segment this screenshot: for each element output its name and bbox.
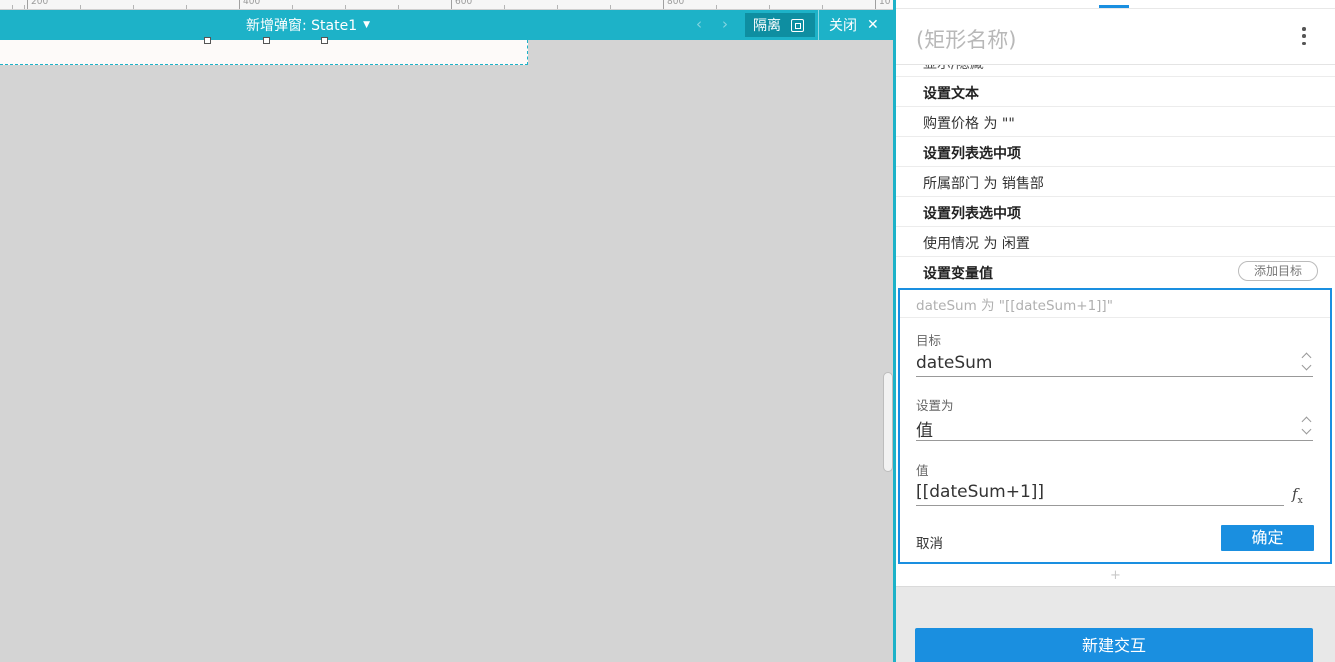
action-row[interactable]: 使用情况 为 闲置	[896, 227, 1335, 257]
fx-icon[interactable]: fx	[1292, 485, 1303, 506]
ruler-label-600: 600	[455, 0, 473, 7]
target-underline	[916, 376, 1313, 377]
more-vertical-icon[interactable]	[1296, 27, 1312, 45]
resize-handle[interactable]	[204, 37, 211, 44]
action-header-text: 设置列表选中项	[923, 206, 1021, 222]
topbar-divider	[818, 10, 819, 40]
set-variable-editor: dateSum 为 "[[dateSum+1]]" 目标 dateSum 设置为…	[898, 288, 1332, 564]
action-header-text: 设置变量值	[923, 266, 993, 282]
new-interaction-button[interactable]: 新建交互	[915, 628, 1313, 662]
summary-separator	[900, 317, 1330, 318]
setas-underline	[916, 440, 1313, 441]
panel-footer: 新建交互	[896, 586, 1335, 662]
state-title: 新增弹窗: State1	[246, 18, 358, 34]
confirm-button[interactable]: 确定	[1221, 525, 1314, 551]
close-label: 关闭	[829, 18, 857, 34]
value-label: 值	[916, 463, 929, 478]
ruler-label-1000: 10	[879, 0, 891, 7]
add-action-button[interactable]: +	[896, 566, 1335, 586]
value-underline	[916, 505, 1284, 506]
action-row[interactable]: 购置价格 为 ""	[896, 107, 1335, 137]
dropdown-caret-icon: ▼	[363, 20, 371, 30]
horizontal-ruler: 200 400 600 800 10	[0, 0, 893, 10]
stepper-icon[interactable]	[1302, 352, 1312, 372]
resize-handle[interactable]	[321, 37, 328, 44]
vertical-scrollbar[interactable]	[883, 372, 893, 472]
resize-handle[interactable]	[263, 37, 270, 44]
widget-name-field[interactable]: (矩形名称)	[916, 24, 1016, 54]
ruler-label-200: 200	[31, 0, 49, 7]
ruler-label-400: 400	[243, 0, 261, 7]
setas-select[interactable]: 值	[916, 416, 933, 441]
target-select[interactable]: dateSum	[916, 353, 992, 373]
action-row-text: 显示/隐藏	[923, 65, 984, 73]
close-button[interactable]: 关闭 ✕	[829, 15, 879, 35]
action-header[interactable]: 设置列表选中项	[896, 137, 1335, 167]
target-label: 目标	[916, 333, 942, 348]
state-selector[interactable]: 新增弹窗: State1 ▼	[246, 15, 370, 35]
action-header[interactable]: 设置文本	[896, 77, 1335, 107]
action-header[interactable]: 设置变量值 添加目标	[896, 257, 1335, 287]
action-summary: dateSum 为 "[[dateSum+1]]"	[916, 298, 1113, 314]
chevron-left-icon[interactable]: ‹	[696, 15, 702, 33]
action-row[interactable]: 所属部门 为 销售部	[896, 167, 1335, 197]
action-row-text: 使用情况 为 闲置	[923, 236, 1030, 252]
state-editing-bar: 新增弹窗: State1 ▼ ‹ › 隔离 关闭 ✕	[0, 10, 893, 40]
stepper-icon[interactable]	[1302, 416, 1312, 436]
action-row-text: 所属部门 为 销售部	[923, 176, 1044, 192]
add-target-button[interactable]: 添加目标	[1238, 261, 1318, 281]
value-input[interactable]: [[dateSum+1]]	[916, 482, 1044, 502]
isolate-button[interactable]: 隔离	[745, 13, 815, 37]
action-row-text: 购置价格 为 ""	[923, 116, 1015, 132]
action-header-text: 设置文本	[923, 86, 979, 102]
isolate-label: 隔离	[753, 18, 781, 34]
ruler-label-800: 800	[667, 0, 685, 7]
action-header[interactable]: 设置列表选中项	[896, 197, 1335, 227]
interaction-panel: (矩形名称) 显示/隐藏 设置文本 购置价格 为 "" 设置列表选中项 所属部门…	[896, 0, 1335, 662]
fullscreen-icon	[791, 18, 804, 32]
setas-label: 设置为	[916, 398, 954, 413]
canvas-widget[interactable]	[0, 37, 528, 65]
cancel-button[interactable]: 取消	[916, 532, 943, 552]
chevron-right-icon[interactable]: ›	[722, 15, 728, 33]
panel-top-separator	[896, 8, 1335, 9]
action-row[interactable]: 显示/隐藏	[896, 65, 1335, 77]
close-icon: ✕	[867, 17, 879, 33]
action-header-text: 设置列表选中项	[923, 146, 1021, 162]
